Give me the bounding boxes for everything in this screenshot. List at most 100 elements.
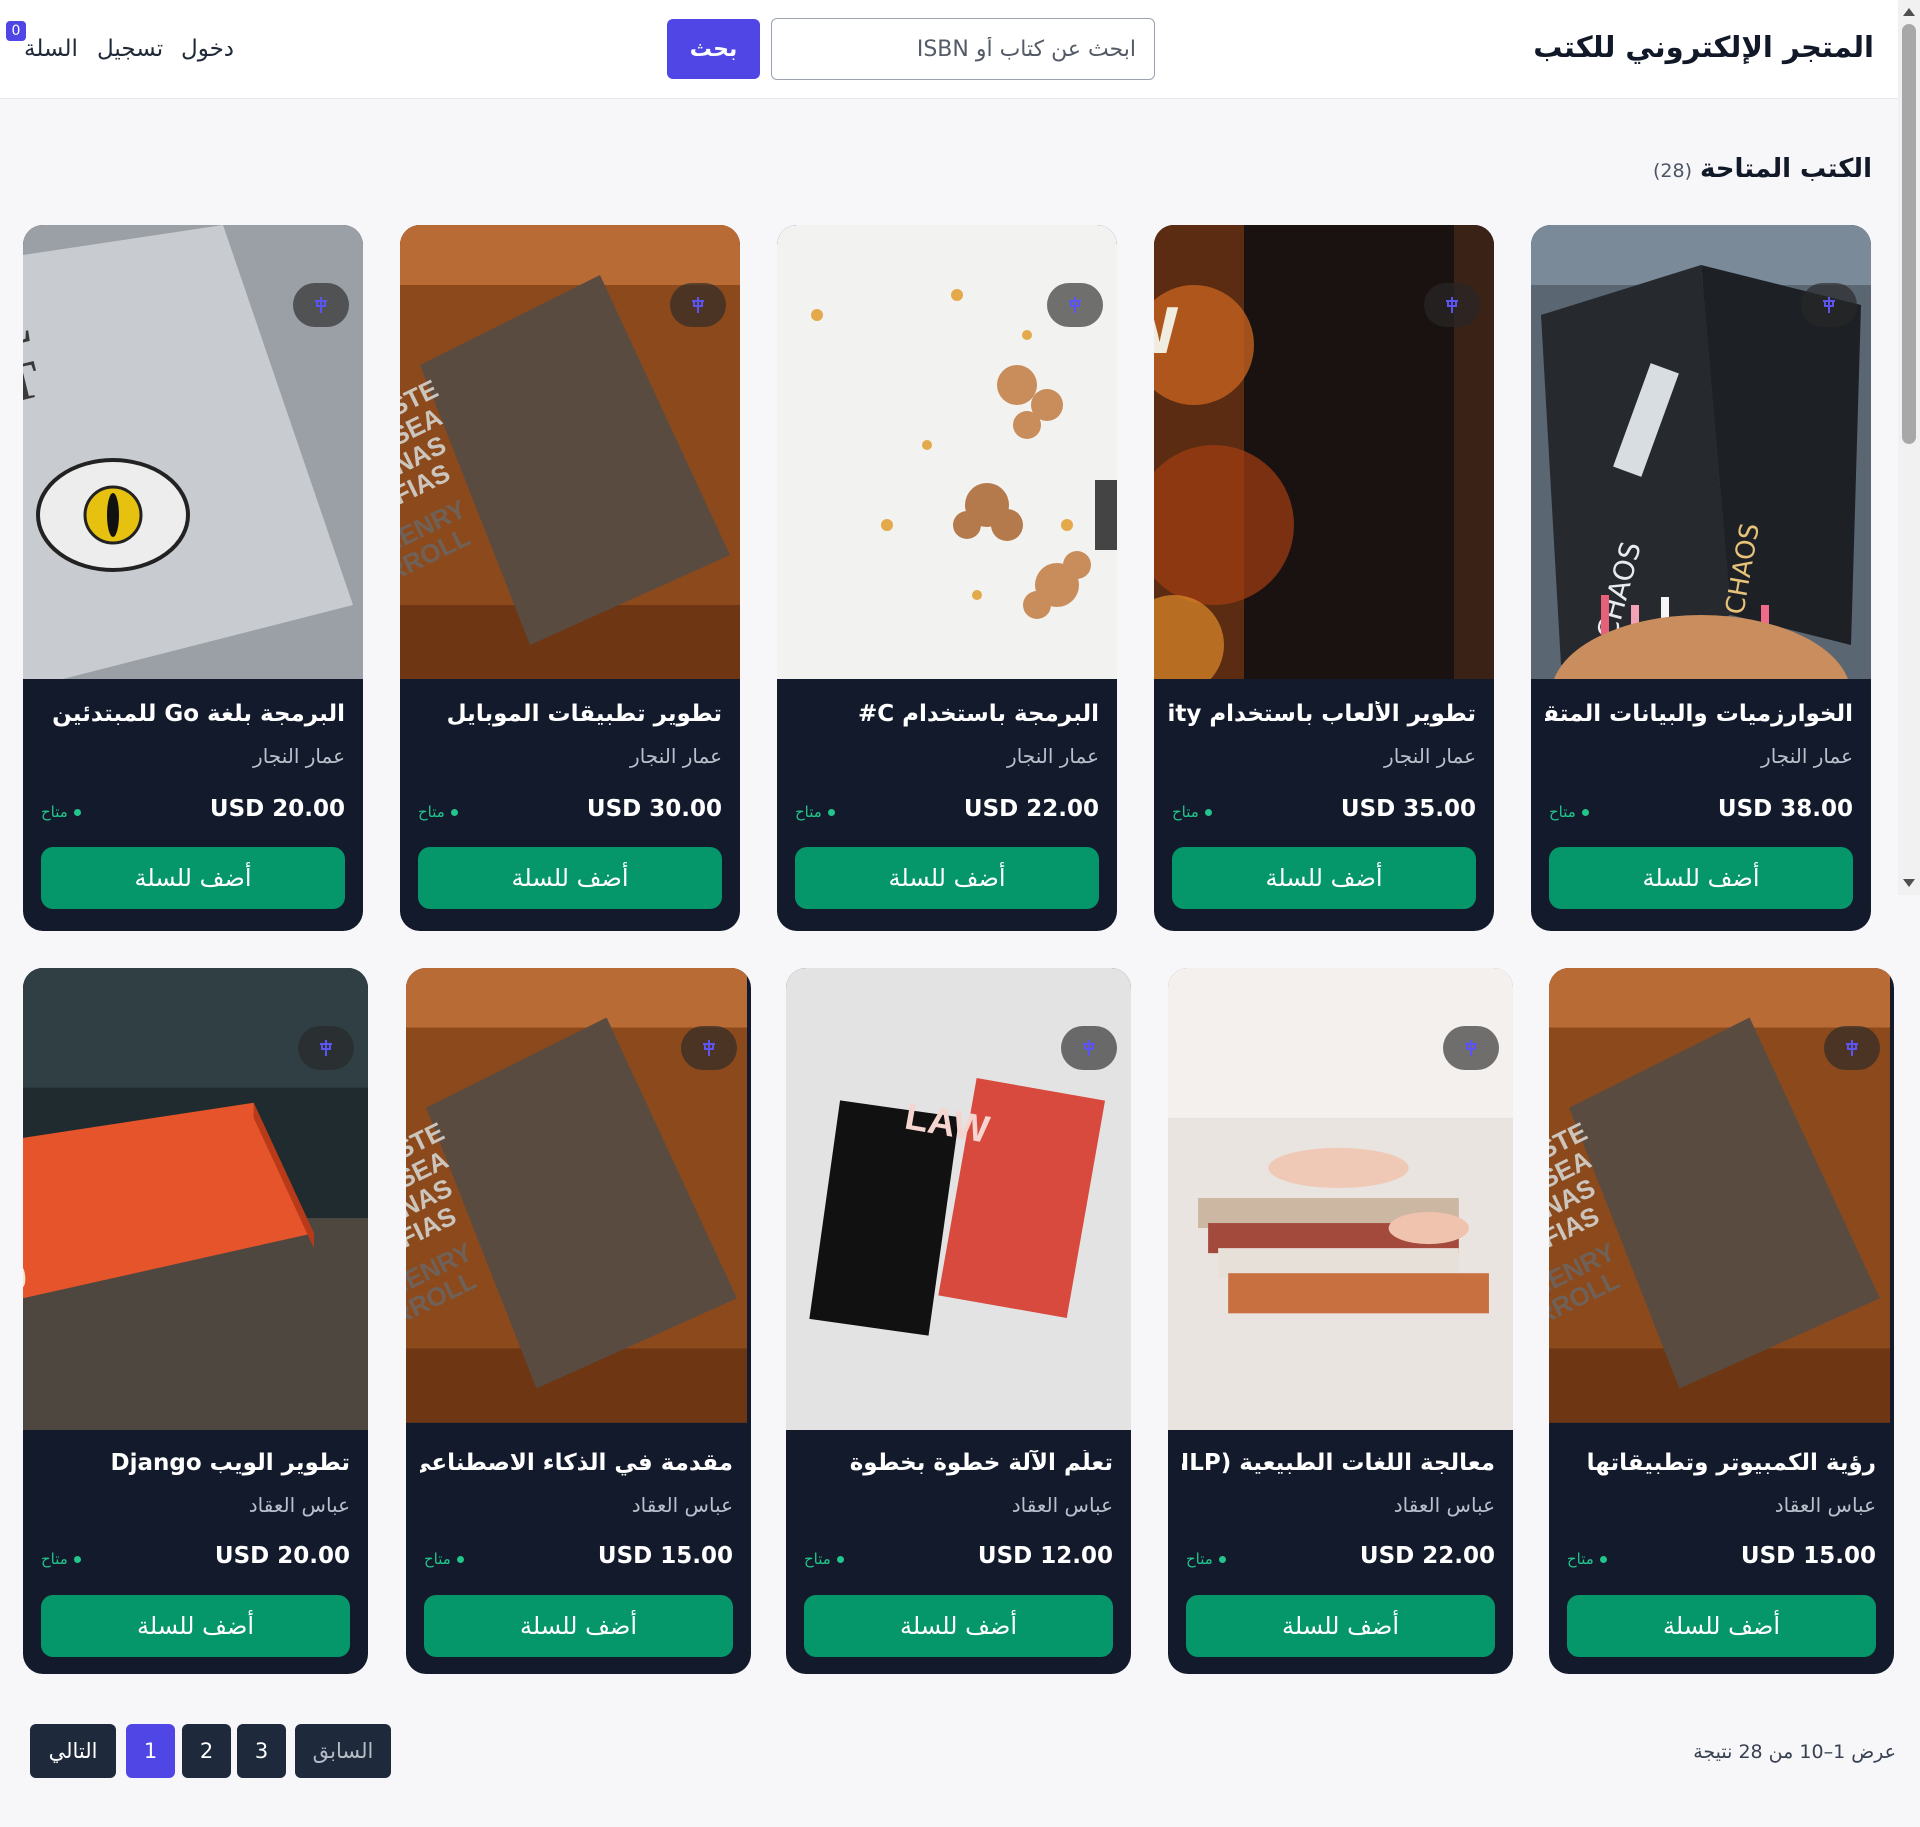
add-to-cart-button[interactable]: أضف للسلة bbox=[1186, 1595, 1495, 1657]
pin-icon[interactable] bbox=[298, 1026, 354, 1070]
stock-status: متاح bbox=[41, 803, 81, 821]
stock-status: متاح bbox=[804, 1550, 844, 1568]
add-to-cart-button[interactable]: أضف للسلة bbox=[1549, 847, 1853, 909]
book-card[interactable]: LEA ESTE LIBRO SI DESEA TOMAR BUENAS FOT… bbox=[400, 225, 740, 931]
stock-status-label: متاح bbox=[41, 803, 68, 821]
stock-status-label: متاح bbox=[1172, 803, 1199, 821]
book-card[interactable]: New ngland تطوير الألعاب باستخدام Unity … bbox=[1154, 225, 1494, 931]
stock-status-label: متاح bbox=[1186, 1550, 1213, 1568]
book-price: USD 12.00 bbox=[977, 1543, 1113, 1569]
status-dot-icon bbox=[836, 1555, 844, 1563]
scroll-up-arrow-icon[interactable] bbox=[1903, 8, 1915, 16]
stock-status-label: متاح bbox=[795, 803, 822, 821]
stock-status: متاح bbox=[1549, 803, 1589, 821]
scroll-thumb[interactable] bbox=[1902, 24, 1916, 444]
pin-icon[interactable] bbox=[293, 283, 349, 327]
book-title[interactable]: تطوير الألعاب باستخدام Unity bbox=[1168, 701, 1476, 727]
book-price: USD 22.00 bbox=[963, 796, 1099, 822]
book-card[interactable]: LAW تعلّم الآلة خطوة بخطوة عباس العقاد U… bbox=[786, 968, 1131, 1674]
book-title[interactable]: معالجة اللغات الطبيعية (NLP) bbox=[1182, 1450, 1495, 1476]
book-price: USD 22.00 bbox=[1359, 1543, 1495, 1569]
stock-status-label: متاح bbox=[424, 1550, 451, 1568]
book-author: عباس العقاد bbox=[631, 1493, 733, 1517]
pin-icon[interactable] bbox=[670, 283, 726, 327]
add-to-cart-button[interactable]: أضف للسلة bbox=[424, 1595, 733, 1657]
stock-status: متاح bbox=[424, 1550, 464, 1568]
pin-icon[interactable] bbox=[1061, 1026, 1117, 1070]
add-to-cart-button[interactable]: أضف للسلة bbox=[418, 847, 722, 909]
book-title[interactable]: تطوير الويب Django bbox=[37, 1450, 350, 1476]
results-info: عرض 1–10 من 28 نتيجة bbox=[1693, 1741, 1896, 1763]
book-author: عمار النجار bbox=[1384, 744, 1476, 768]
pagination-page-2[interactable]: 2 bbox=[182, 1724, 231, 1778]
register-link[interactable]: تسجيل bbox=[97, 36, 163, 62]
stock-status: متاح bbox=[1172, 803, 1212, 821]
book-price: USD 30.00 bbox=[586, 796, 722, 822]
add-to-cart-button[interactable]: أضف للسلة bbox=[795, 847, 1099, 909]
book-title[interactable]: الخوارزميات والبيانات المتقدمة bbox=[1545, 701, 1853, 727]
login-link[interactable]: دخول bbox=[181, 36, 234, 62]
pagination-page-3[interactable]: 3 bbox=[237, 1724, 286, 1778]
status-dot-icon bbox=[456, 1555, 464, 1563]
book-author: عباس العقاد bbox=[1011, 1493, 1113, 1517]
book-author: عباس العقاد bbox=[248, 1493, 350, 1517]
book-title[interactable]: تعلّم الآلة خطوة بخطوة bbox=[800, 1450, 1113, 1476]
search-button[interactable]: بحث bbox=[667, 19, 760, 79]
book-card[interactable]: LEA ESTE LIBRO SI DESEA TOMAR BUENAS FOT… bbox=[1549, 968, 1894, 1674]
add-to-cart-button[interactable]: أضف للسلة bbox=[804, 1595, 1113, 1657]
book-title[interactable]: تطوير تطبيقات الموبايل bbox=[414, 701, 722, 727]
status-dot-icon bbox=[1599, 1555, 1607, 1563]
cart-link[interactable]: السلة bbox=[24, 36, 78, 62]
stock-status-label: متاح bbox=[41, 1550, 68, 1568]
pin-icon[interactable] bbox=[681, 1026, 737, 1070]
book-author: عباس العقاد bbox=[1774, 1493, 1876, 1517]
book-card[interactable]: LEA ESTE LIBRO SI DESEA TOMAR BUENAS FOT… bbox=[406, 968, 751, 1674]
pagination-prev-button[interactable]: السابق bbox=[295, 1724, 391, 1778]
status-dot-icon bbox=[1204, 808, 1212, 816]
book-title[interactable]: مقدمة في الذكاء الاصطناعي bbox=[420, 1450, 733, 1476]
book-title[interactable]: رؤية الكمبيوتر وتطبيقاتها bbox=[1563, 1450, 1876, 1476]
pin-icon[interactable] bbox=[1424, 283, 1480, 327]
status-dot-icon bbox=[1218, 1555, 1226, 1563]
svg-text:New: New bbox=[1154, 276, 1179, 372]
section-count: (28) bbox=[1652, 160, 1693, 182]
stock-status: متاح bbox=[795, 803, 835, 821]
status-dot-icon bbox=[73, 1555, 81, 1563]
scroll-down-arrow-icon[interactable] bbox=[1903, 879, 1915, 887]
pin-icon[interactable] bbox=[1443, 1026, 1499, 1070]
book-title[interactable]: البرمجة بلغة Go للمبتدئين bbox=[37, 701, 345, 727]
status-dot-icon bbox=[1581, 808, 1589, 816]
book-price: USD 20.00 bbox=[214, 1543, 350, 1569]
status-dot-icon bbox=[450, 808, 458, 816]
stock-status-label: متاح bbox=[804, 1550, 831, 1568]
book-card[interactable]: CHAOS CHAOS الخوارزميات والبيانات المتقد… bbox=[1531, 225, 1871, 931]
pin-icon[interactable] bbox=[1824, 1026, 1880, 1070]
add-to-cart-button[interactable]: أضف للسلة bbox=[41, 1595, 350, 1657]
book-card[interactable]: البرمجة باستخدام C# عمار النجار USD 22.0… bbox=[777, 225, 1117, 931]
search-input[interactable] bbox=[771, 18, 1155, 80]
stock-status-label: متاح bbox=[418, 803, 445, 821]
book-price: USD 15.00 bbox=[1740, 1543, 1876, 1569]
store-brand[interactable]: المتجر الإلكتروني للكتب bbox=[1533, 30, 1874, 64]
book-card[interactable]: معالجة اللغات الطبيعية (NLP) عباس العقاد… bbox=[1168, 968, 1513, 1674]
stock-status: متاح bbox=[1186, 1550, 1226, 1568]
stock-status: متاح bbox=[418, 803, 458, 821]
book-author: عمار النجار bbox=[630, 744, 722, 768]
pagination-next-button[interactable]: التالي bbox=[30, 1724, 116, 1778]
section-heading: الكتب المتاحة (28) bbox=[1653, 154, 1872, 184]
stock-status-label: متاح bbox=[1549, 803, 1576, 821]
book-card[interactable]: MAL IRIT البرمجة بلغة Go للمبتدئين عمار … bbox=[23, 225, 363, 931]
page-scrollbar[interactable] bbox=[1898, 0, 1920, 895]
book-card[interactable]: 000 CHAIRS تطوير الويب Django عباس العقا… bbox=[23, 968, 368, 1674]
book-title[interactable]: البرمجة باستخدام C# bbox=[791, 701, 1099, 727]
pin-icon[interactable] bbox=[1047, 283, 1103, 327]
add-to-cart-button[interactable]: أضف للسلة bbox=[41, 847, 345, 909]
pagination-page-1[interactable]: 1 bbox=[126, 1724, 175, 1778]
book-price: USD 38.00 bbox=[1717, 796, 1853, 822]
book-price: USD 35.00 bbox=[1340, 796, 1476, 822]
status-dot-icon bbox=[827, 808, 835, 816]
add-to-cart-button[interactable]: أضف للسلة bbox=[1567, 1595, 1876, 1657]
add-to-cart-button[interactable]: أضف للسلة bbox=[1172, 847, 1476, 909]
pin-icon[interactable] bbox=[1801, 283, 1857, 327]
book-author: عمار النجار bbox=[1007, 744, 1099, 768]
